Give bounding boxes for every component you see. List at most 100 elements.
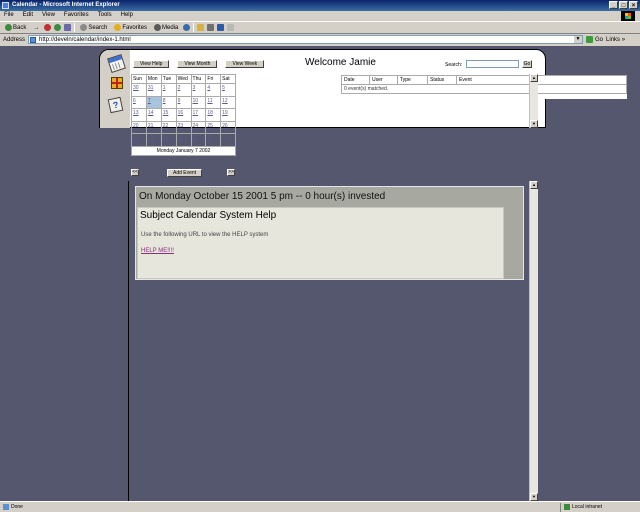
- calendar-day[interactable]: 6: [131, 95, 147, 109]
- forward-button[interactable]: →: [31, 23, 41, 32]
- scroll-down-icon[interactable]: ▼: [530, 493, 538, 501]
- menu-tools[interactable]: Tools: [98, 12, 112, 20]
- search-go-button[interactable]: Go: [522, 60, 532, 68]
- help-book-icon[interactable]: [107, 96, 124, 114]
- calendar-day[interactable]: 31: [145, 83, 162, 97]
- header-scrollbar[interactable]: ▲ ▼: [529, 74, 538, 128]
- calendar-day[interactable]: 20: [131, 120, 147, 134]
- event-column-header: Event: [456, 75, 627, 85]
- calendar-day[interactable]: 26: [220, 120, 236, 134]
- next-month-button[interactable]: >>: [227, 169, 235, 176]
- maximize-button[interactable]: □: [619, 1, 628, 9]
- calendar-day[interactable]: 4: [205, 83, 222, 97]
- calendar-icon[interactable]: [107, 54, 126, 73]
- welcome-heading: Welcome Jamie: [305, 57, 376, 68]
- mail-icon[interactable]: [197, 24, 205, 31]
- scroll-up-icon[interactable]: ▲: [530, 181, 538, 189]
- event-match-count: 0 event(s) matched.: [341, 84, 627, 94]
- media-button[interactable]: Media: [152, 23, 180, 32]
- calendar-day[interactable]: 30: [131, 83, 147, 97]
- help-subject-title: Subject Calendar System Help: [140, 210, 277, 221]
- calendar-day[interactable]: 27: [131, 133, 147, 147]
- calendar-day-selected[interactable]: 7: [145, 95, 162, 109]
- calendar-day[interactable]: 15: [160, 108, 177, 122]
- calendar-day[interactable]: 21: [145, 120, 162, 134]
- stop-icon[interactable]: [44, 24, 52, 31]
- menu-file[interactable]: File: [4, 12, 14, 20]
- gift-icon[interactable]: [111, 77, 123, 89]
- calendar-day[interactable]: 9: [175, 95, 192, 109]
- address-input[interactable]: http://develn/calendar/index-1.html ▼: [28, 35, 584, 44]
- calendar-day[interactable]: 5: [220, 83, 236, 97]
- calendar-day[interactable]: 19: [220, 108, 236, 122]
- close-button[interactable]: ×: [629, 1, 638, 9]
- calendar-day[interactable]: 11: [205, 95, 222, 109]
- go-button[interactable]: Go: [586, 36, 603, 43]
- menu-view[interactable]: View: [42, 12, 55, 20]
- selected-date-caption: Monday January 7 2002: [131, 146, 236, 156]
- calendar-day[interactable]: 29: [160, 133, 177, 147]
- view-help-button[interactable]: View Help: [133, 60, 170, 68]
- go-arrow-icon: [586, 36, 594, 43]
- event-column-header: User: [369, 75, 398, 85]
- calendar-day[interactable]: 30: [175, 133, 192, 147]
- links-button[interactable]: Links »: [606, 37, 625, 43]
- calendar-day[interactable]: 10: [190, 95, 207, 109]
- calendar-day[interactable]: 23: [175, 120, 192, 134]
- home-icon[interactable]: [64, 24, 72, 31]
- window-title: Calendar - Microsoft Internet Explorer: [12, 2, 120, 8]
- chevron-down-icon[interactable]: ▼: [574, 36, 583, 43]
- calendar-day[interactable]: 22: [160, 120, 177, 134]
- side-tabs: [100, 50, 130, 128]
- calendar-day[interactable]: 28: [145, 133, 162, 147]
- menu-help[interactable]: Help: [121, 12, 133, 20]
- scroll-up-icon[interactable]: ▲: [530, 74, 538, 82]
- menu-edit[interactable]: Edit: [23, 12, 33, 20]
- calendar-day[interactable]: 16: [175, 108, 192, 122]
- calendar-day[interactable]: 18: [205, 108, 222, 122]
- intranet-icon: [564, 504, 570, 510]
- event-table: Date User Type Status Event 0 event(s) m…: [341, 75, 627, 94]
- discuss-icon[interactable]: [227, 24, 235, 31]
- menu-favorites[interactable]: Favorites: [64, 12, 89, 20]
- details-scrollbar[interactable]: ▲ ▼: [529, 181, 538, 501]
- calendar-day[interactable]: 13: [131, 108, 147, 122]
- edit-word-icon[interactable]: [217, 24, 225, 31]
- history-icon[interactable]: [183, 24, 191, 31]
- calendar-day[interactable]: 12: [220, 95, 236, 109]
- add-event-button[interactable]: Add Event: [167, 169, 203, 177]
- favorites-button[interactable]: Favorites: [112, 23, 149, 32]
- scroll-down-icon[interactable]: ▼: [530, 120, 538, 128]
- help-me-link[interactable]: HELP ME!!!!: [141, 248, 174, 254]
- prev-month-button[interactable]: <<: [131, 169, 139, 176]
- calendar-day[interactable]: 14: [145, 108, 162, 122]
- calendar-day[interactable]: 3: [190, 83, 207, 97]
- refresh-icon[interactable]: [54, 24, 62, 31]
- weekday-header: Thu: [190, 74, 207, 84]
- search-input[interactable]: [466, 60, 519, 68]
- calendar-day[interactable]: 24: [190, 120, 207, 134]
- calendar-day[interactable]: 2: [175, 83, 192, 97]
- calendar-day[interactable]: 1: [205, 133, 222, 147]
- calendar-day[interactable]: 31: [190, 133, 207, 147]
- help-content: Subject Calendar System Help Use the fol…: [137, 207, 504, 279]
- security-zone: Local intranet: [560, 502, 602, 512]
- mini-calendar: Sun Mon Tue Wed Thu Fri Sat 30 31 1 2 3 …: [131, 74, 237, 160]
- calendar-day[interactable]: 17: [190, 108, 207, 122]
- page-icon: [30, 37, 37, 43]
- print-icon[interactable]: [207, 24, 215, 31]
- view-week-button[interactable]: View Week: [225, 60, 265, 68]
- calendar-day[interactable]: 2: [220, 133, 236, 147]
- calendar-grid: Sun Mon Tue Wed Thu Fri Sat 30 31 1 2 3 …: [131, 74, 236, 147]
- minimize-button[interactable]: _: [609, 1, 618, 9]
- help-instructions: Use the following URL to view the HELP s…: [141, 232, 269, 238]
- view-month-button[interactable]: View Month: [177, 60, 218, 68]
- search-button[interactable]: Search: [78, 23, 109, 32]
- toolbar-separator: [193, 23, 195, 32]
- calendar-day[interactable]: 25: [205, 120, 222, 134]
- details-frame: On Monday October 15 2001 5 pm -- 0 hour…: [128, 181, 546, 501]
- calendar-day[interactable]: 1: [160, 83, 177, 97]
- search-icon: [80, 24, 88, 31]
- back-button[interactable]: Back: [3, 23, 28, 32]
- calendar-day[interactable]: 8: [160, 95, 177, 109]
